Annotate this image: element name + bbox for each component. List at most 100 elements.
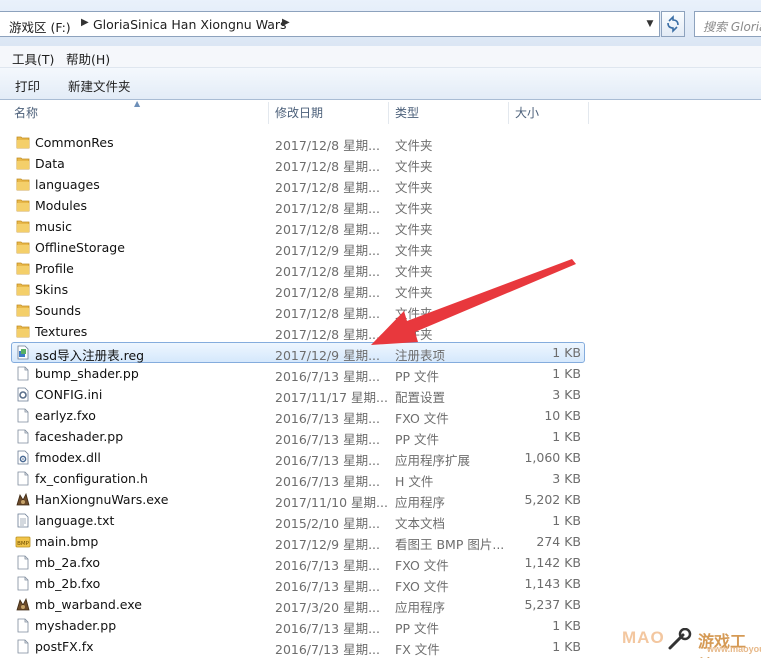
- file-date: 2017/11/17 星期...: [275, 390, 388, 405]
- column-divider[interactable]: [588, 102, 589, 124]
- column-header-name[interactable]: 名称: [14, 100, 38, 124]
- file-name[interactable]: music: [35, 219, 72, 234]
- new-folder-button[interactable]: 新建文件夹: [68, 76, 131, 95]
- file-row[interactable]: Data 2017/12/8 星期... 文件夹: [0, 153, 761, 174]
- column-divider[interactable]: [388, 102, 389, 124]
- file-list: CommonRes 2017/12/8 星期... 文件夹 Data 2017/12/8…: [0, 132, 761, 657]
- file-name[interactable]: Data: [35, 156, 65, 171]
- file-row[interactable]: earlyz.fxo 2016/7/13 星期... FXO 文件 10 KB: [0, 405, 761, 426]
- file-name[interactable]: bump_shader.pp: [35, 366, 139, 381]
- file-name[interactable]: CommonRes: [35, 135, 114, 150]
- file-icon: [15, 576, 31, 591]
- file-row[interactable]: mb_2a.fxo 2016/7/13 星期... FXO 文件 1,142 KB: [0, 552, 761, 573]
- file-name[interactable]: Profile: [35, 261, 74, 276]
- file-type: 文件夹: [395, 138, 433, 153]
- file-name[interactable]: mb_2b.fxo: [35, 576, 100, 591]
- file-date: 2017/11/10 星期...: [275, 495, 388, 510]
- breadcrumb-drive[interactable]: 游戏区 (F:): [9, 17, 71, 36]
- file-type: 文件夹: [395, 243, 433, 258]
- file-row[interactable]: OfflineStorage 2017/12/9 星期... 文件夹: [0, 237, 761, 258]
- file-size: 1 KB: [552, 345, 581, 360]
- file-row[interactable]: CommonRes 2017/12/8 星期... 文件夹: [0, 132, 761, 153]
- file-name[interactable]: faceshader.pp: [35, 429, 123, 444]
- file-size: 1,142 KB: [524, 555, 581, 570]
- file-name[interactable]: languages: [35, 177, 100, 192]
- file-icon: [15, 471, 31, 486]
- file-size: 1 KB: [552, 639, 581, 654]
- address-bar[interactable]: 游戏区 (F:) ▶ GloriaSinica Han Xiongnu Wars…: [0, 11, 660, 37]
- file-date: 2017/12/8 星期...: [275, 264, 380, 279]
- folder-icon: [15, 177, 31, 192]
- file-row[interactable]: bump_shader.pp 2016/7/13 星期... PP 文件 1 KB: [0, 363, 761, 384]
- file-row[interactable]: HanXiongnuWars.exe 2017/11/10 星期... 应用程序 5,…: [0, 489, 761, 510]
- file-type: PP 文件: [395, 621, 440, 636]
- refresh-button[interactable]: [661, 11, 685, 37]
- file-name[interactable]: main.bmp: [35, 534, 98, 549]
- file-row[interactable]: languages 2017/12/8 星期... 文件夹: [0, 174, 761, 195]
- sort-ascending-icon: ▲: [134, 99, 141, 108]
- file-type: FXO 文件: [395, 411, 449, 426]
- file-date: 2016/7/13 星期...: [275, 474, 380, 489]
- file-type: 应用程序: [395, 495, 446, 510]
- file-name[interactable]: myshader.pp: [35, 618, 116, 633]
- file-type: FXO 文件: [395, 558, 449, 573]
- file-name[interactable]: OfflineStorage: [35, 240, 125, 255]
- file-row[interactable]: Profile 2017/12/8 星期... 文件夹: [0, 258, 761, 279]
- file-name[interactable]: asd导入注册表.reg: [35, 345, 144, 364]
- file-size: 1,143 KB: [524, 576, 581, 591]
- file-name[interactable]: Skins: [35, 282, 68, 297]
- breadcrumb-separator-icon[interactable]: ▶: [282, 17, 290, 28]
- file-name[interactable]: language.txt: [35, 513, 114, 528]
- file-size: 1 KB: [552, 618, 581, 633]
- column-divider[interactable]: [508, 102, 509, 124]
- file-row[interactable]: Textures 2017/12/8 星期... 文件夹: [0, 321, 761, 342]
- column-header-size[interactable]: 大小: [515, 100, 539, 124]
- menu-help[interactable]: 帮助(H): [66, 49, 110, 68]
- file-row[interactable]: Sounds 2017/12/8 星期... 文件夹: [0, 300, 761, 321]
- file-date: 2016/7/13 星期...: [275, 411, 380, 426]
- file-name[interactable]: mb_2a.fxo: [35, 555, 100, 570]
- address-dropdown-icon[interactable]: ▼: [642, 13, 658, 35]
- file-row[interactable]: faceshader.pp 2016/7/13 星期... PP 文件 1 KB: [0, 426, 761, 447]
- file-row[interactable]: fmodex.dll 2016/7/13 星期... 应用程序扩展 1,060 KB: [0, 447, 761, 468]
- file-icon: [15, 639, 31, 654]
- file-row[interactable]: BMP main.bmp 2017/12/9 星期... 看图王 BMP 图片... 2…: [0, 531, 761, 552]
- file-row[interactable]: music 2017/12/8 星期... 文件夹: [0, 216, 761, 237]
- file-row[interactable]: language.txt 2015/2/10 星期... 文本文档 1 KB: [0, 510, 761, 531]
- file-date: 2015/2/10 星期...: [275, 516, 380, 531]
- folder-icon: [15, 303, 31, 318]
- exe-icon: [15, 597, 31, 612]
- file-row[interactable]: mb_2b.fxo 2016/7/13 星期... FXO 文件 1,143 KB: [0, 573, 761, 594]
- print-button[interactable]: 打印: [15, 76, 40, 95]
- file-type: 文件夹: [395, 159, 433, 174]
- file-row[interactable]: fx_configuration.h 2016/7/13 星期... H 文件 3 K…: [0, 468, 761, 489]
- folder-icon: [15, 261, 31, 276]
- file-date: 2017/3/20 星期...: [275, 600, 380, 615]
- file-name[interactable]: postFX.fx: [35, 639, 94, 654]
- breadcrumb-folder[interactable]: GloriaSinica Han Xiongnu Wars: [93, 17, 287, 32]
- column-divider[interactable]: [268, 102, 269, 124]
- file-row[interactable]: mb_warband.exe 2017/3/20 星期... 应用程序 5,237 K…: [0, 594, 761, 615]
- file-name[interactable]: HanXiongnuWars.exe: [35, 492, 168, 507]
- file-name[interactable]: fmodex.dll: [35, 450, 101, 465]
- file-row[interactable]: Skins 2017/12/8 星期... 文件夹: [0, 279, 761, 300]
- file-name[interactable]: Textures: [35, 324, 87, 339]
- file-name[interactable]: mb_warband.exe: [35, 597, 142, 612]
- file-name[interactable]: earlyz.fxo: [35, 408, 96, 423]
- file-row[interactable]: Modules 2017/12/8 星期... 文件夹: [0, 195, 761, 216]
- file-name[interactable]: fx_configuration.h: [35, 471, 148, 486]
- file-date: 2017/12/8 星期...: [275, 285, 380, 300]
- column-header-type[interactable]: 类型: [395, 100, 419, 124]
- file-date: 2017/12/8 星期...: [275, 327, 380, 342]
- search-input[interactable]: 搜索 Gloria: [694, 11, 761, 37]
- column-header-date[interactable]: 修改日期: [275, 100, 323, 124]
- file-type: 文件夹: [395, 327, 433, 342]
- file-name[interactable]: Sounds: [35, 303, 81, 318]
- file-row[interactable]: CONFIG.ini 2017/11/17 星期... 配置设置 3 KB: [0, 384, 761, 405]
- menu-tools[interactable]: 工具(T): [12, 49, 54, 68]
- file-row[interactable]: asd导入注册表.reg 2017/12/9 星期... 注册表项 1 KB: [0, 342, 761, 363]
- file-name[interactable]: CONFIG.ini: [35, 387, 102, 402]
- file-name[interactable]: Modules: [35, 198, 87, 213]
- folder-icon: [15, 219, 31, 234]
- breadcrumb-separator-icon[interactable]: ▶: [81, 17, 89, 28]
